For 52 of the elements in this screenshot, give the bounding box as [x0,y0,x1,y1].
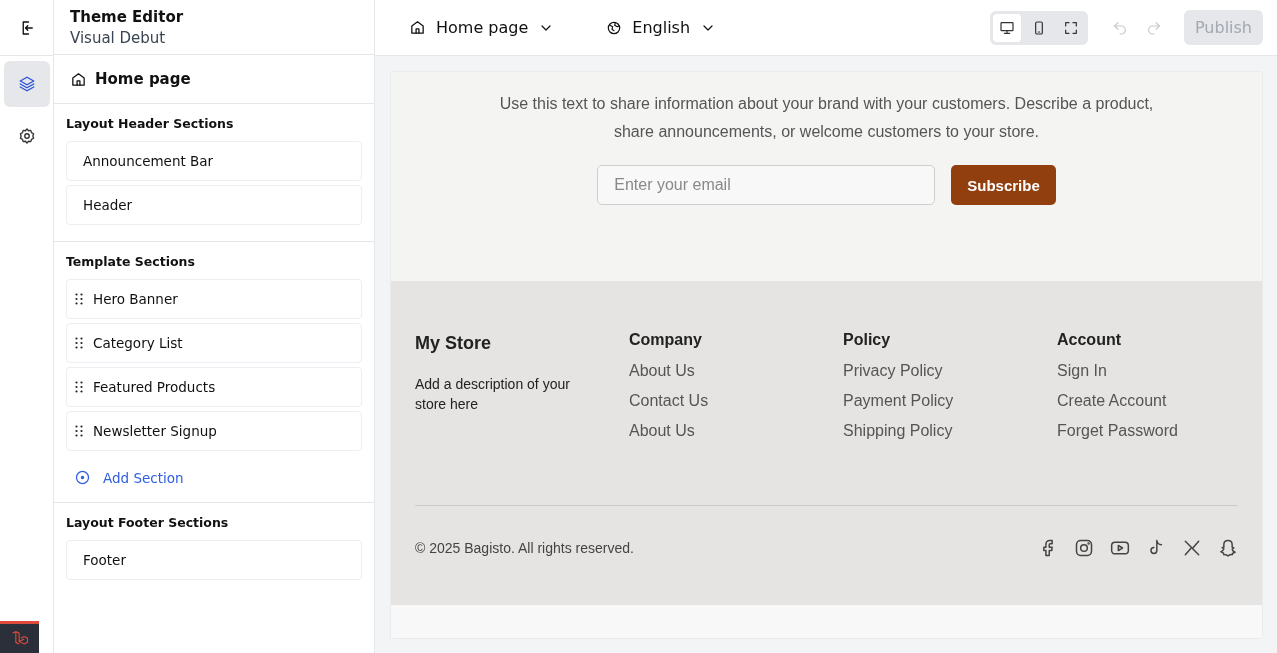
layers-icon [17,75,36,93]
drag-handle-icon[interactable] [75,293,83,305]
store-description: Add a description of your store here [415,375,571,414]
rail-button[interactable] [3,61,50,107]
youtube-icon [1110,538,1130,558]
home-icon [409,19,426,36]
device-toggle[interactable] [992,13,1021,42]
theme-name: Visual Debut [70,28,167,47]
section-item[interactable]: Category List [66,323,362,363]
globe-icon [606,19,623,36]
footer-column-title: Account [1057,331,1122,349]
section-item[interactable]: Hero Banner [66,279,362,319]
instagram-icon [1074,538,1094,558]
newsletter-text: Use this text to share information about your brand with your customers. Describe a product, share announcements, or welcome customers to your store. [498,94,1155,142]
app-title: Theme Editor [70,7,185,26]
footer-column-title: Company [629,331,703,349]
drag-handle-icon[interactable] [75,337,83,349]
section-group-title: Template Sections [66,254,196,269]
page-dropdown[interactable]: Home page [409,18,555,37]
ghost-icon [1218,538,1238,558]
section-item[interactable]: Featured Products [66,367,362,407]
footer-column-title: Policy [843,331,892,349]
plus-circle-icon [74,469,91,486]
fullscreen-icon [1062,19,1079,36]
section-item[interactable]: Header [66,185,362,225]
section-group-title: Layout Header Sections [66,116,235,131]
footer-link[interactable]: Privacy Policy [843,362,1057,380]
email-field[interactable]: Enter your email [597,165,936,205]
footer-link[interactable]: Contact Us [629,392,843,410]
page-title: Home page [95,70,191,88]
footer-link[interactable]: Sign In [1057,362,1238,380]
footer-link[interactable]: About Us [629,422,843,440]
x-logo-icon [1182,538,1202,558]
footer-link[interactable]: About Us [629,362,843,380]
drag-handle-icon[interactable] [75,425,83,437]
add-section-button[interactable]: Add Section [66,455,192,490]
section-group-title: Layout Footer Sections [66,515,230,530]
language-dropdown[interactable]: English [606,18,717,37]
subscribe-button[interactable]: Subscribe [951,165,1056,205]
store-name: My Store [415,333,493,354]
footer-link[interactable]: Forget Password [1057,422,1238,440]
footer-link[interactable]: Shipping Policy [843,422,1057,440]
settings-icon [17,127,36,145]
footer-link[interactable]: Create Account [1057,392,1238,410]
copyright-text: © 2025 Bagisto. All rights reserved. [415,540,634,556]
desktop-icon [998,19,1015,36]
drag-handle-icon[interactable] [75,381,83,393]
section-item[interactable]: Announcement Bar [66,141,362,181]
home-icon [70,70,87,88]
footer-link[interactable]: Payment Policy [843,392,1057,410]
section-item[interactable]: Newsletter Signup [66,411,362,451]
section-item[interactable]: Footer [66,540,362,580]
